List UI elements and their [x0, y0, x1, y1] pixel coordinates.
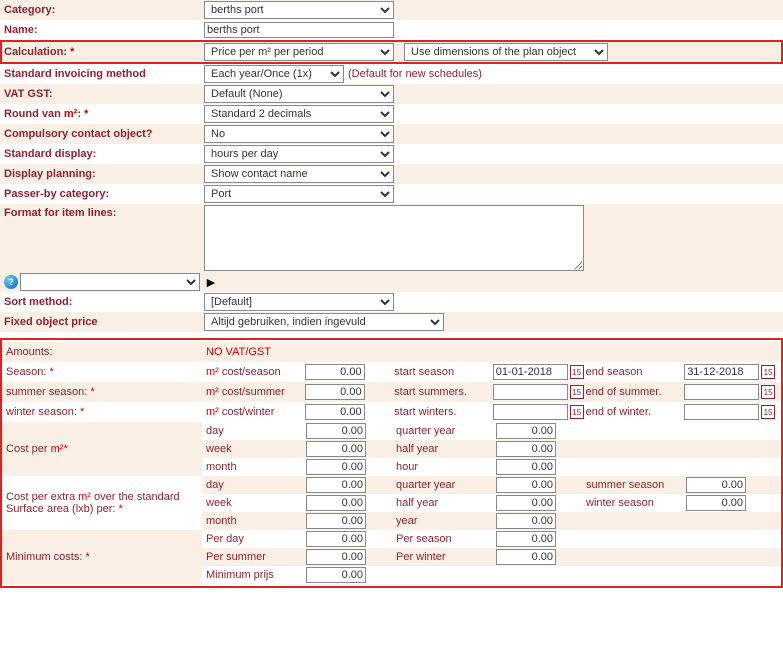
cost-input[interactable] — [496, 423, 556, 439]
winter-start-label: start winters. — [394, 406, 493, 418]
winter-end-input[interactable] — [684, 404, 759, 420]
fixed-label: Fixed object price — [4, 316, 204, 328]
unit-label: winter season — [586, 497, 686, 509]
calculation-dim-select[interactable]: Use dimensions of the plan object — [404, 43, 608, 61]
sort-select[interactable]: [Default] — [204, 293, 394, 311]
unit-label: Per summer — [206, 551, 306, 563]
passerby-select[interactable]: Port — [204, 185, 394, 203]
cost-input[interactable] — [496, 441, 556, 457]
category-label: Category: — [4, 4, 204, 16]
summer-start-input[interactable] — [493, 384, 568, 400]
name-input[interactable] — [204, 22, 394, 38]
cost-input[interactable] — [306, 423, 366, 439]
unit-label: quarter year — [396, 479, 496, 491]
invoicing-note: (Default for new schedules) — [348, 68, 482, 80]
unit-label: week — [206, 443, 306, 455]
format-textarea[interactable] — [204, 205, 584, 271]
unit-label: year — [396, 515, 496, 527]
unit-label: Per day — [206, 533, 306, 545]
cost-input[interactable] — [496, 531, 556, 547]
vat-label: VAT GST: — [4, 88, 204, 100]
minimum-label: Minimum costs: * — [2, 530, 202, 584]
amounts-value: NO VAT/GST — [206, 346, 271, 358]
cost-input[interactable] — [306, 477, 366, 493]
calendar-icon[interactable]: 15 — [570, 365, 584, 379]
cost-input[interactable] — [686, 477, 746, 493]
invoicing-select[interactable]: Each year/Once (1x) — [204, 65, 344, 83]
unit-label: half year — [396, 443, 496, 455]
calendar-icon[interactable]: 15 — [761, 405, 775, 419]
unit-label: day — [206, 479, 306, 491]
unit-label: day — [206, 425, 306, 437]
cost-input[interactable] — [306, 567, 366, 583]
cost-input[interactable] — [306, 531, 366, 547]
unit-label: month — [206, 515, 306, 527]
calculation-label: Calculation: * — [4, 46, 204, 58]
cost-input[interactable] — [306, 513, 366, 529]
sort-label: Sort method: — [4, 296, 204, 308]
amounts-label: Amounts: — [6, 346, 206, 358]
stddisplay-label: Standard display: — [4, 148, 204, 160]
cost-input[interactable] — [306, 459, 366, 475]
calendar-icon[interactable]: 15 — [761, 365, 775, 379]
season-cost-input[interactable] — [305, 364, 365, 380]
category-select[interactable]: berths port — [204, 1, 394, 19]
summer-start-label: start summers. — [394, 386, 493, 398]
cost-input[interactable] — [306, 495, 366, 511]
summer-end-input[interactable] — [684, 384, 759, 400]
season-start-label: start season — [394, 366, 493, 378]
cost-input[interactable] — [496, 513, 556, 529]
displayplan-select[interactable]: Show contact name — [204, 165, 394, 183]
unit-label: summer season — [586, 479, 686, 491]
cost-extra-label: Cost per extra m² over the standard Surf… — [2, 476, 202, 530]
cost-per-m2-label: Cost per m²* — [2, 422, 202, 476]
displayplan-label: Display planning: — [4, 168, 204, 180]
invoicing-label: Standard invoicing method — [4, 68, 204, 80]
season-start-input[interactable] — [493, 364, 568, 380]
unit-label: week — [206, 497, 306, 509]
compulsory-select[interactable]: No — [204, 125, 394, 143]
winter-cost-input[interactable] — [305, 404, 365, 420]
cost-input[interactable] — [306, 441, 366, 457]
insert-arrow-icon[interactable]: ► — [204, 274, 218, 290]
passerby-label: Passer-by category: — [4, 188, 204, 200]
unit-label: quarter year — [396, 425, 496, 437]
summer-end-label: end of summer. — [586, 386, 685, 398]
help-icon[interactable]: ? — [4, 275, 18, 289]
season-end-label: end season — [586, 366, 685, 378]
season-end-input[interactable] — [684, 364, 759, 380]
calendar-icon[interactable]: 15 — [761, 385, 775, 399]
stddisplay-select[interactable]: hours per day — [204, 145, 394, 163]
round-label: Round van m²: * — [4, 108, 204, 120]
vat-select[interactable]: Default (None) — [204, 85, 394, 103]
name-label: Name: — [4, 24, 204, 36]
summer-cost-input[interactable] — [305, 384, 365, 400]
cost-input[interactable] — [496, 459, 556, 475]
cost-input[interactable] — [496, 477, 556, 493]
compulsory-label: Compulsory contact object? — [4, 128, 204, 140]
cost-input[interactable] — [686, 495, 746, 511]
summer-label: summer season: * — [6, 386, 206, 398]
format-label: Format for item lines: — [4, 205, 204, 219]
cost-input[interactable] — [496, 549, 556, 565]
winter-end-label: end of winter. — [586, 406, 685, 418]
unit-label: month — [206, 461, 306, 473]
winter-label: winter season: * — [6, 406, 206, 418]
cost-input[interactable] — [496, 495, 556, 511]
winter-start-input[interactable] — [493, 404, 568, 420]
round-select[interactable]: Standard 2 decimals — [204, 105, 394, 123]
format-token-select[interactable] — [20, 273, 200, 291]
fixed-select[interactable]: Altijd gebruiken, indien ingevuld — [204, 313, 444, 331]
calendar-icon[interactable]: 15 — [570, 385, 584, 399]
unit-label: Per winter — [396, 551, 496, 563]
calendar-icon[interactable]: 15 — [570, 405, 584, 419]
cost-input[interactable] — [306, 549, 366, 565]
calculation-select[interactable]: Price per m² per period — [204, 43, 394, 61]
unit-label: hour — [396, 461, 496, 473]
season-label: Season: * — [6, 366, 206, 378]
unit-label: Per season — [396, 533, 496, 545]
unit-label: half year — [396, 497, 496, 509]
unit-label: Minimum prijs — [206, 569, 306, 581]
